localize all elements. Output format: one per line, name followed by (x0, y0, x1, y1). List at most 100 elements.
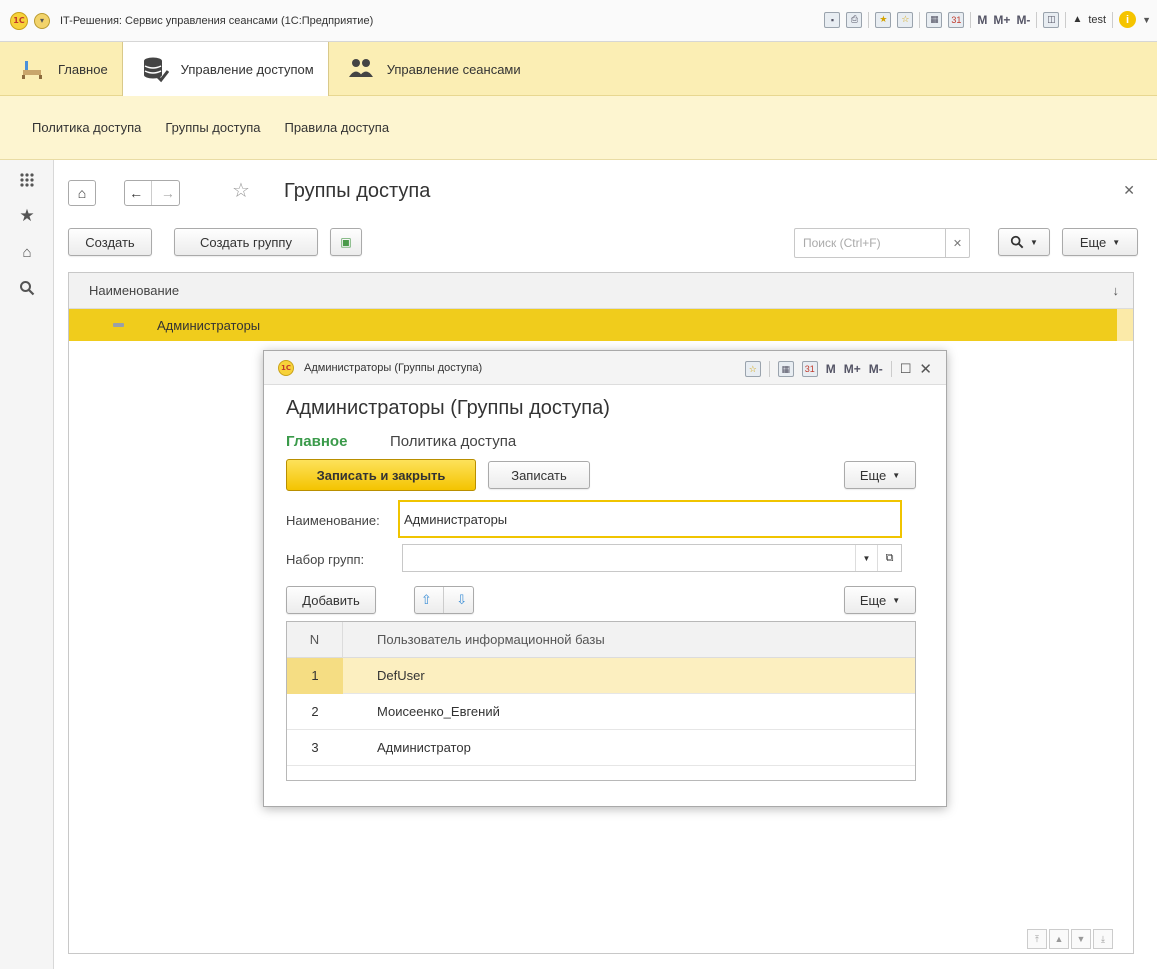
row-user: Администратор (377, 740, 471, 755)
more-button[interactable]: Еще ▼ (844, 586, 916, 614)
print-icon[interactable]: ⎙ (846, 11, 863, 28)
logo-1c-icon: 1С (278, 359, 294, 376)
table-row[interactable]: 1 DefUser (287, 657, 915, 694)
left-toolbar: ★ ⌂ (0, 160, 54, 969)
favorite-star-icon[interactable]: ☆ (232, 178, 250, 203)
sections-panel: Главное Управление доступом Управление с… (0, 42, 1157, 96)
section-session-control[interactable]: Управление сеансами (329, 42, 535, 96)
table-header: Наименование ↓ (69, 273, 1133, 309)
close-icon[interactable]: ✕ (919, 360, 932, 378)
logo-1c-icon: 1С (10, 11, 28, 30)
separator (1065, 11, 1067, 28)
column-name-header[interactable]: Наименование (89, 283, 179, 298)
home-icon: ⌂ (77, 185, 87, 201)
add-button[interactable]: Добавить (286, 586, 376, 614)
scroll-top-icon[interactable]: ⤒ (1027, 929, 1047, 949)
home-button[interactable]: ⌂ (68, 180, 96, 206)
memory-plus-button[interactable]: M+ (844, 362, 861, 376)
tab-access-policy[interactable]: Политика доступа (390, 433, 516, 450)
scroll-down-icon[interactable]: ▼ (1071, 929, 1091, 949)
save-button[interactable]: Записать (488, 461, 590, 489)
calendar-icon[interactable]: 31 (948, 11, 965, 28)
info-icon[interactable]: i (1119, 11, 1137, 28)
title-bar-tools: ▪ ⎙ ★ ☆ ▦ 31 M M+ M- ◫ ▲ test i ▼ (824, 11, 1151, 28)
search-input[interactable]: Поиск (Ctrl+F) ✕ (794, 228, 970, 258)
info-glyph: i (1126, 13, 1130, 26)
move-up-icon[interactable]: ⇧ (421, 592, 432, 608)
memory-m-button[interactable]: M (977, 13, 987, 27)
save-and-close-button[interactable]: Записать и закрыть (286, 459, 476, 491)
more-label: Еще (1079, 234, 1107, 250)
create-group-button[interactable]: Создать группу (174, 228, 318, 256)
memory-m-button[interactable]: M (826, 362, 836, 376)
func-access-rules[interactable]: Правила доступа (284, 120, 389, 135)
scroll-up-icon[interactable]: ▲ (1049, 929, 1069, 949)
panels-icon[interactable]: ◫ (1043, 11, 1060, 28)
move-down-icon[interactable]: ⇩ (456, 592, 467, 608)
table-row[interactable]: 3 Администратор (287, 730, 915, 766)
copy-icon: ▣ (340, 235, 352, 249)
column-user-header[interactable]: Пользователь информационной базы (377, 632, 605, 647)
search-icon (1010, 235, 1024, 249)
home-desk-icon (18, 55, 46, 83)
tab-main[interactable]: Главное (286, 433, 347, 450)
chevron-down-icon: ▼ (892, 470, 901, 480)
group-set-label: Набор групп: (286, 552, 365, 567)
item-form-window: 1С Администраторы (Группы доступа) ☆ ▦ 3… (263, 350, 947, 807)
separator (868, 11, 870, 28)
memory-minus-button[interactable]: M- (1016, 13, 1030, 27)
calculator-icon[interactable]: ▦ (777, 361, 794, 377)
create-button[interactable]: Создать (68, 228, 152, 256)
separator (443, 587, 445, 613)
favorites-icon[interactable]: ☆ (744, 361, 761, 377)
nav-arrows: ← → (124, 180, 180, 206)
item-marker-icon (113, 323, 124, 327)
user-icon: ▲ (1072, 14, 1083, 25)
separator (970, 11, 972, 28)
dropdown-icon[interactable]: ▼ (855, 545, 877, 571)
save-icon[interactable]: ▪ (824, 11, 841, 28)
chevron-down-icon[interactable]: ▼ (1142, 15, 1151, 25)
search-clear-icon[interactable]: ✕ (945, 229, 969, 257)
group-set-field[interactable]: ▼ ⧉ (402, 544, 902, 572)
name-field-value: Администраторы (404, 511, 508, 527)
section-label: Управление доступом (180, 61, 314, 77)
database-check-icon (141, 55, 169, 83)
column-n-header[interactable]: N (287, 621, 343, 658)
logo-text: 1С (13, 16, 25, 25)
more-button[interactable]: Еще ▼ (1062, 228, 1138, 256)
open-icon[interactable]: ⧉ (877, 545, 901, 571)
apps-grid-icon[interactable] (0, 162, 54, 198)
search-options-button[interactable]: ▼ (998, 228, 1050, 256)
func-access-policy[interactable]: Политика доступа (32, 120, 141, 135)
back-arrow-icon[interactable]: ← (129, 185, 143, 201)
search-icon[interactable] (0, 270, 54, 306)
sort-arrow-icon[interactable]: ↓ (1113, 283, 1120, 298)
more-button[interactable]: Еще ▼ (844, 461, 916, 489)
favorites-icon[interactable]: ☆ (897, 11, 914, 28)
forward-arrow-icon[interactable]: → (161, 185, 175, 201)
section-main[interactable]: Главное (0, 42, 122, 96)
users-table[interactable]: N Пользователь информационной базы 1 Def… (286, 621, 916, 781)
user-name[interactable]: test (1088, 14, 1106, 26)
separator (768, 361, 770, 377)
table-row[interactable]: Администраторы (69, 309, 1117, 341)
func-access-groups[interactable]: Группы доступа (165, 120, 260, 135)
row-user: Моисеенко_Евгений (377, 704, 500, 719)
section-access-control[interactable]: Управление доступом (121, 42, 329, 96)
main-menu-button[interactable]: ▾ (34, 12, 50, 29)
calculator-icon[interactable]: ▦ (926, 11, 943, 28)
memory-plus-button[interactable]: M+ (993, 13, 1010, 27)
calendar-icon[interactable]: 31 (801, 361, 818, 377)
chevron-down-icon: ▼ (892, 595, 901, 605)
name-field[interactable]: Администраторы (398, 500, 902, 538)
close-icon[interactable]: ✕ (1123, 182, 1135, 199)
table-row[interactable]: 2 Моисеенко_Евгений (287, 694, 915, 730)
favorites-add-icon[interactable]: ★ (875, 11, 892, 28)
maximize-icon[interactable]: ☐ (900, 361, 912, 377)
scroll-bottom-icon[interactable]: ⤓ (1093, 929, 1113, 949)
favorites-star-icon[interactable]: ★ (0, 198, 54, 234)
history-icon[interactable]: ⌂ (0, 234, 54, 270)
copy-button[interactable]: ▣ (330, 228, 362, 256)
memory-minus-button[interactable]: M- (869, 362, 883, 376)
